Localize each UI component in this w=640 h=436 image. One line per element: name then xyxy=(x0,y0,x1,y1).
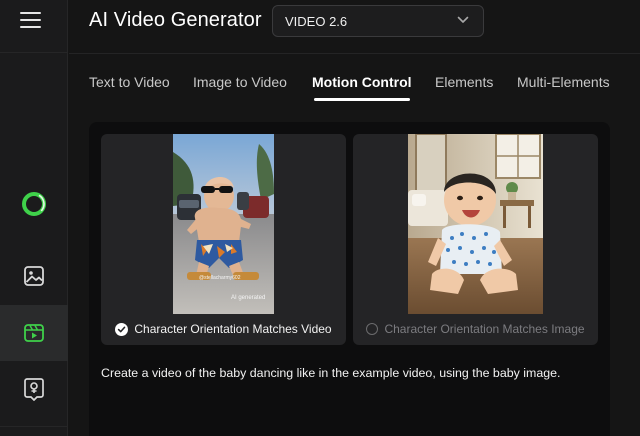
reference-video-option[interactable]: Character Orientation Matches Video xyxy=(101,320,346,338)
tab-image-to-video[interactable]: Image to Video xyxy=(193,74,287,91)
reference-image-option[interactable]: Character Orientation Matches Image xyxy=(353,320,598,338)
chevron-down-icon xyxy=(457,16,469,23)
sidebar-item-logo[interactable] xyxy=(0,176,68,232)
reference-video-thumbnail: @stellacharmy602 AI generated xyxy=(173,134,274,314)
model-select-value: VIDEO 2.6 xyxy=(285,14,348,29)
reference-video-card[interactable]: @stellacharmy602 AI generated Character … xyxy=(101,134,346,345)
tab-motion-control[interactable]: Motion Control xyxy=(312,74,412,91)
tab-elements[interactable]: Elements xyxy=(435,74,493,91)
page-title: AI Video Generator xyxy=(89,9,262,31)
reference-video-caption: Character Orientation Matches Video xyxy=(134,322,332,336)
model-select[interactable]: VIDEO 2.6 xyxy=(272,5,484,37)
ring-logo-icon xyxy=(22,192,46,216)
reference-image-caption: Character Orientation Matches Image xyxy=(384,322,585,336)
sidebar-item-image[interactable] xyxy=(0,248,68,304)
sidebar-divider xyxy=(0,52,68,53)
tab-text-to-video[interactable]: Text to Video xyxy=(89,74,170,91)
prompt-text[interactable]: Create a video of the baby dancing like … xyxy=(101,366,601,381)
reference-image-thumbnail xyxy=(408,134,543,314)
image-icon xyxy=(24,266,44,286)
avatar-icon xyxy=(24,378,44,401)
sidebar-item-avatar[interactable] xyxy=(0,361,68,417)
motion-control-panel: @stellacharmy602 AI generated Character … xyxy=(89,122,610,436)
reference-image-card[interactable]: Character Orientation Matches Image xyxy=(353,134,598,345)
ai-generated-badge: AI generated xyxy=(231,295,265,301)
header: AI Video Generator VIDEO 2.6 xyxy=(69,0,640,54)
menu-icon[interactable] xyxy=(20,12,42,30)
checked-radio-icon xyxy=(115,322,129,336)
video-handle-watermark: @stellacharmy602 xyxy=(199,275,241,281)
unchecked-radio-icon xyxy=(366,323,379,335)
active-tab-indicator xyxy=(314,98,410,101)
sidebar-item-video[interactable] xyxy=(0,305,68,361)
sidebar-divider xyxy=(0,426,68,427)
video-clapper-icon xyxy=(24,324,44,342)
main-area: AI Video Generator VIDEO 2.6 Text to Vid… xyxy=(69,0,640,436)
sidebar xyxy=(0,0,68,436)
tab-multi-elements[interactable]: Multi-Elements xyxy=(517,74,610,91)
